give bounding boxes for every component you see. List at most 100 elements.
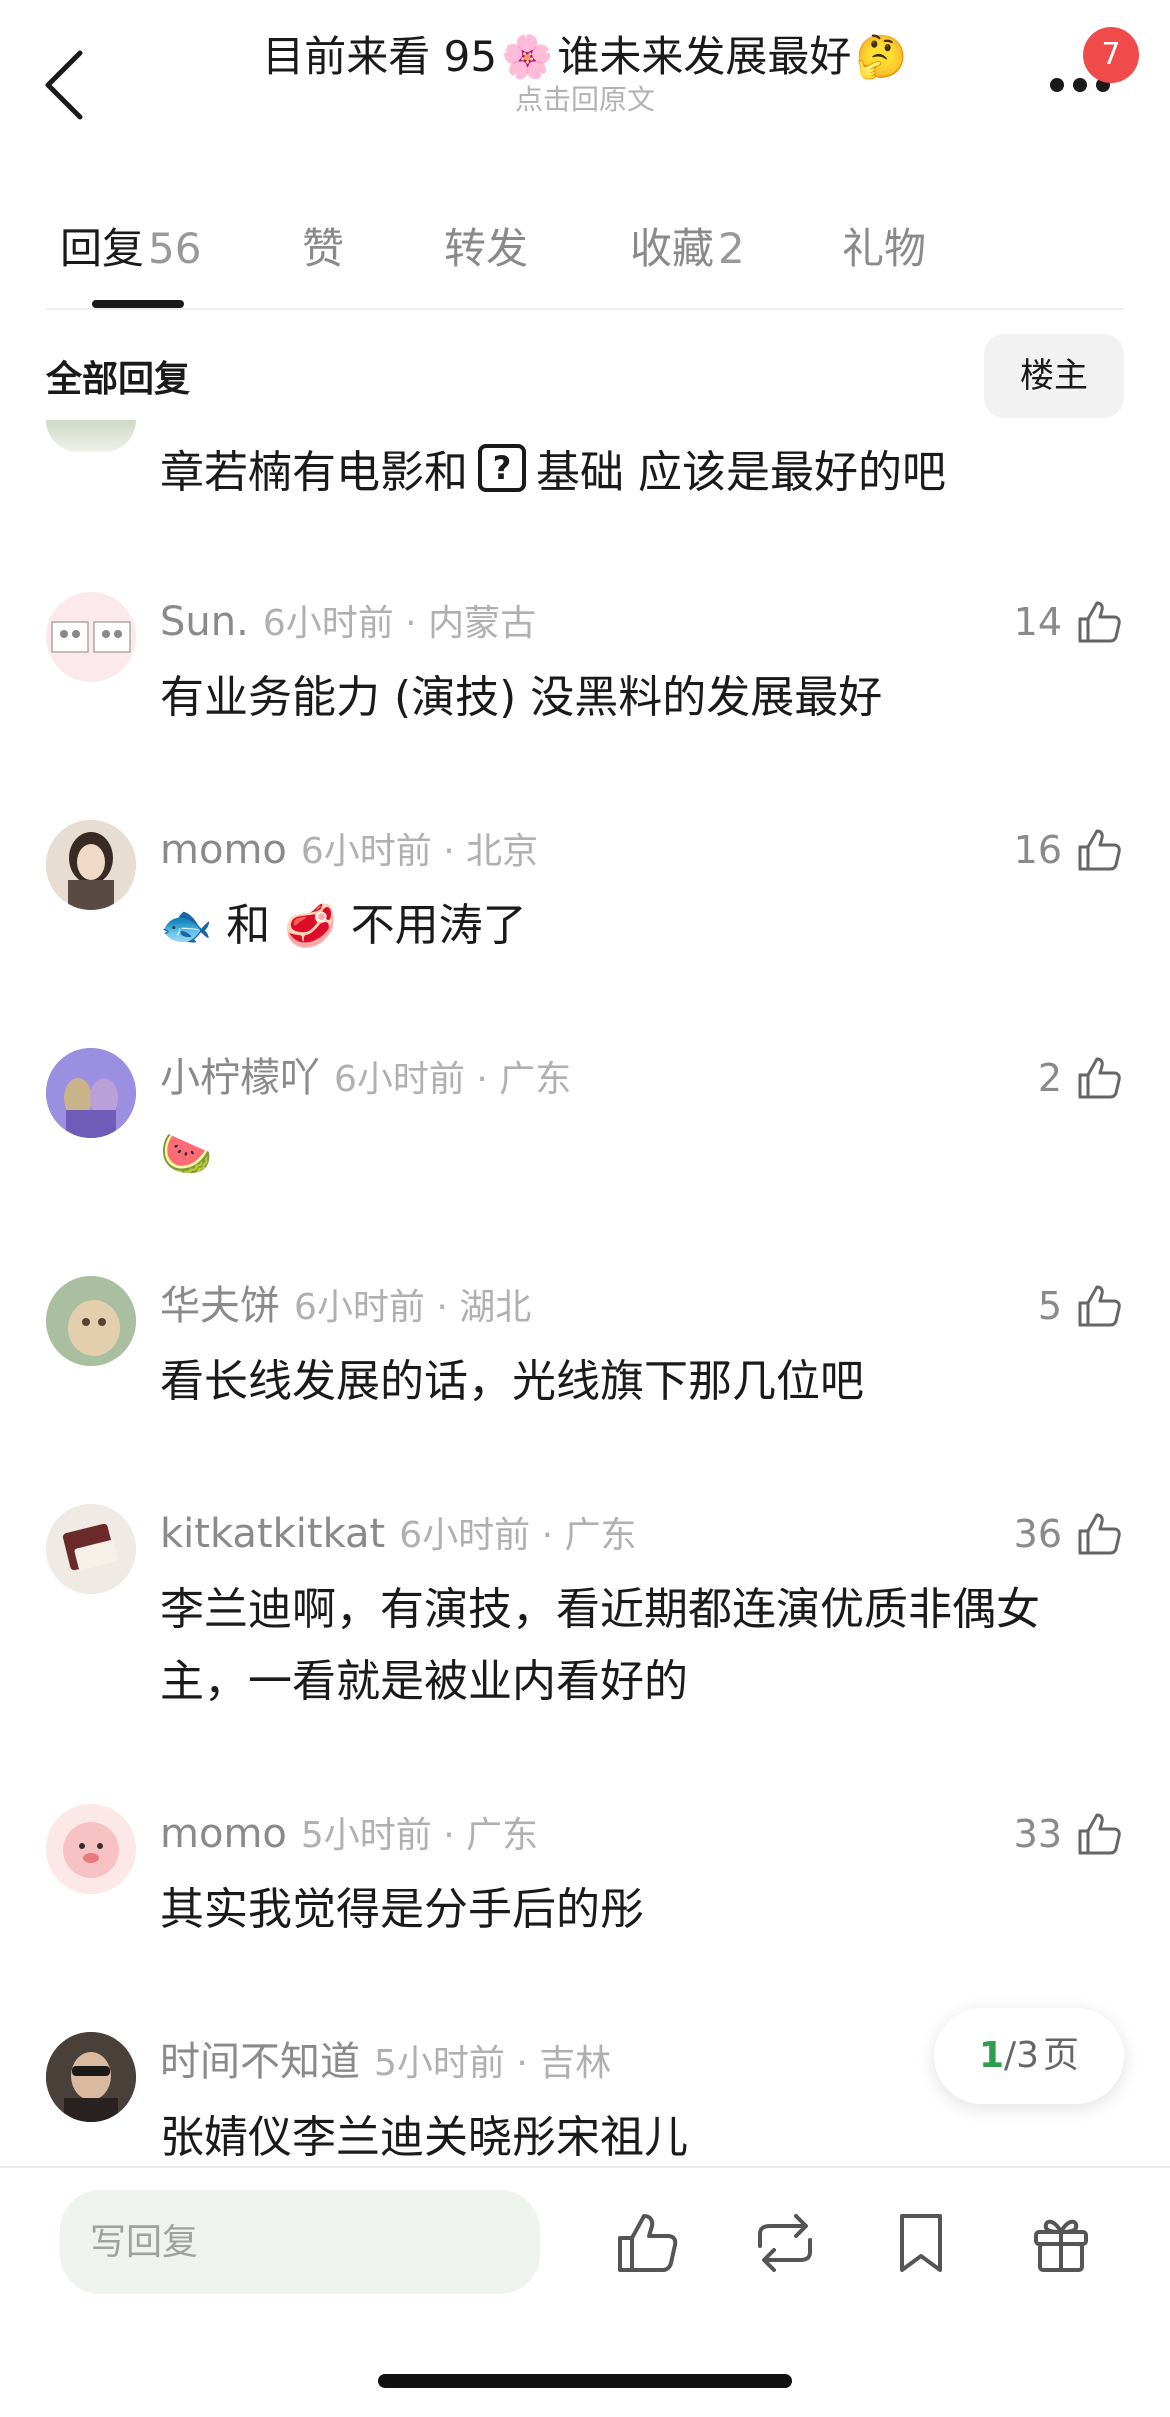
avatar[interactable]: [46, 2032, 136, 2122]
home-indicator: [378, 2374, 792, 2388]
comment-text: 有业务能力 (演技) 没黑料的发展最好: [160, 672, 883, 723]
tab-gifts[interactable]: 礼物: [842, 215, 926, 276]
thumbs-up-icon: [1078, 1513, 1121, 1555]
post-title: 目前来看 95 🌸 谁未来发展最好 🤔: [262, 28, 907, 86]
avatar-image: [46, 1804, 136, 1894]
like-count: 5: [1037, 1284, 1062, 1328]
username[interactable]: 华夫饼: [160, 1283, 280, 1329]
thumbs-up-icon: [1078, 601, 1121, 643]
like-button[interactable]: 14: [1014, 592, 1124, 652]
tab-label: 礼物: [842, 224, 927, 273]
fish-emoji: 🐟: [160, 901, 213, 950]
page-unit: 页: [1043, 2035, 1080, 2076]
separator: ·: [541, 1515, 554, 1556]
op-only-button[interactable]: 楼主: [984, 334, 1124, 418]
time-location: 6小时前 · 广东: [399, 1515, 636, 1556]
repost-button[interactable]: [750, 2208, 820, 2278]
comment-text-part: 基础 应该是最好的吧: [536, 447, 946, 498]
total-pages: /3: [1004, 2035, 1040, 2076]
comment-location: 湖北: [459, 1287, 532, 1328]
avatar[interactable]: [46, 1276, 136, 1366]
time-location: 6小时前 · 广东: [334, 1059, 571, 1100]
like-button[interactable]: 36: [1014, 1504, 1124, 1564]
divider: [46, 308, 1124, 310]
avatar[interactable]: [46, 592, 136, 682]
like-count: 14: [1013, 600, 1062, 644]
avatar[interactable]: [46, 1504, 136, 1594]
username[interactable]: 小柠檬吖: [160, 1055, 320, 1101]
avatar-image: [46, 1048, 136, 1138]
gift-button[interactable]: [1026, 2208, 1096, 2278]
avatar-image: [46, 820, 136, 910]
tab-likes[interactable]: 赞: [302, 215, 344, 276]
title-block[interactable]: 目前来看 95 🌸 谁未来发展最好 🤔 点击回原文: [150, 28, 1020, 118]
username[interactable]: momo: [160, 827, 287, 873]
separator: ·: [443, 1815, 455, 1856]
comment-time: 6小时前: [262, 603, 394, 644]
like-button[interactable]: 2: [1038, 1048, 1124, 1108]
separator: ·: [443, 831, 455, 872]
comment-time: 6小时前: [399, 1515, 531, 1556]
tab-favorites[interactable]: 收藏2: [630, 215, 745, 276]
comment-text: 🐟 和 🥩 不用涛了: [160, 890, 1110, 962]
tab-replies[interactable]: 回复56: [60, 215, 201, 276]
comment-time: 6小时前: [334, 1059, 465, 1100]
all-replies-label: 全部回复: [46, 359, 191, 400]
like-count: 36: [1013, 1512, 1062, 1556]
comment-location: 北京: [466, 831, 539, 872]
thumbs-up-icon: [1078, 829, 1121, 871]
divider: [0, 2166, 1170, 2168]
bookmark-icon: [900, 2214, 942, 2272]
gift-icon: [1034, 2219, 1088, 2272]
back-button[interactable]: [40, 45, 90, 125]
like-button[interactable]: 5: [1038, 1276, 1124, 1336]
comment-text: 李兰迪啊，有演技，看近期都连演优质非偶女主，一看就是被业内看好的: [160, 1584, 1040, 1707]
tab-reposts[interactable]: 转发: [444, 215, 528, 276]
avatar-image: [51, 621, 131, 653]
like-count: 2: [1037, 1056, 1062, 1100]
tab-count: 2: [718, 224, 745, 273]
notification-badge: 7: [1083, 27, 1139, 83]
username[interactable]: 时间不知道: [160, 2039, 360, 2085]
username[interactable]: momo: [160, 1811, 287, 1857]
separator: ·: [476, 1059, 488, 1100]
username[interactable]: kitkatkitkat: [160, 1511, 385, 1557]
like-post-button[interactable]: [612, 2208, 682, 2278]
comment-text-part: 和: [226, 900, 271, 951]
comment-text-part: 不用涛了: [350, 900, 527, 951]
thumbs-up-icon: [1078, 1057, 1121, 1099]
like-button[interactable]: 33: [1014, 1804, 1124, 1864]
comment-text: 🍉: [160, 1118, 1110, 1190]
time-location: 6小时前 · 湖北: [294, 1287, 531, 1328]
favorite-button[interactable]: [886, 2208, 956, 2278]
tab-bar: 回复56 赞 转发 收藏2 礼物: [0, 200, 1170, 310]
comment-location: 广东: [499, 1059, 572, 1100]
tab-label: 回复: [60, 224, 145, 273]
avatar[interactable]: [46, 1048, 136, 1138]
time-location: 6小时前 · 北京: [301, 831, 538, 872]
username[interactable]: Sun.: [160, 599, 249, 645]
tab-label: 转发: [444, 224, 529, 273]
thumbs-up-icon: [618, 2214, 678, 2272]
separator: ·: [516, 2043, 528, 2084]
comment-meta: Sun. 6小时前 · 内蒙古: [160, 596, 536, 650]
current-page: 1: [978, 2035, 1004, 2076]
page-indicator[interactable]: 1/3 页: [934, 2008, 1124, 2104]
avatar[interactable]: [46, 1804, 136, 1894]
avatar[interactable]: [46, 820, 136, 910]
like-button[interactable]: 16: [1014, 820, 1124, 880]
back-to-post-link[interactable]: 点击回原文: [150, 82, 1020, 118]
comment-location: 吉林: [539, 2043, 612, 2084]
comment-meta: 小柠檬吖 6小时前 · 广东: [160, 1052, 571, 1106]
comment-time: 5小时前: [374, 2043, 505, 2084]
header: 目前来看 95 🌸 谁未来发展最好 🤔 点击回原文 7: [0, 0, 1170, 150]
comment-text: 其实我觉得是分手后的彤: [160, 1884, 644, 1935]
watermelon-emoji: 🍉: [160, 1129, 213, 1178]
avatar[interactable]: [46, 420, 136, 452]
title-text: 目前来看 95: [262, 32, 498, 81]
thinking-emoji: 🤔: [855, 32, 908, 81]
comment-text: 看长线发展的话，光线旗下那几位吧: [160, 1356, 864, 1407]
like-count: 33: [1013, 1812, 1062, 1856]
reply-input[interactable]: [60, 2190, 540, 2294]
comment-text: 章若楠有电影和 ? 基础 应该是最好的吧: [160, 436, 946, 500]
